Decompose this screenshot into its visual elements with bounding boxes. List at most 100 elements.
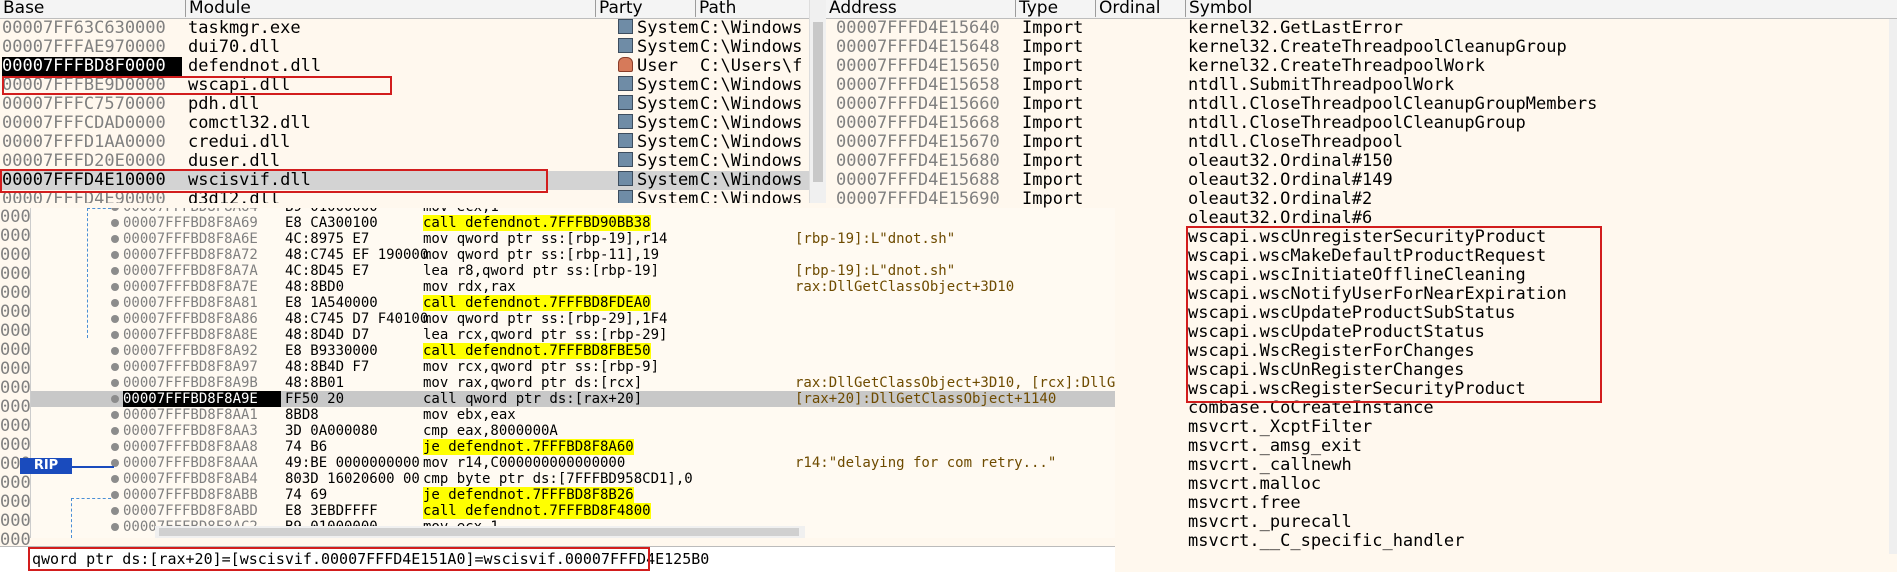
instruction-address: 00007FFFBD8F8ABD [123,503,258,519]
module-path: C:\Windows [700,190,803,203]
instruction-row[interactable]: 00007FFFBD8F8A92 E8 B9330000 call defendno… [31,343,1115,359]
import-symbol: ntdll.CloseThreadpool [1188,132,1403,152]
rip-arrow-icon [72,466,114,468]
instruction-row[interactable]: 00007FFFBD8F8ABD E8 3EBDFFFF call defendno… [31,503,1115,519]
instruction-text: cmp eax,8000000A [423,423,558,439]
import-row[interactable]: 00007FFFD4E15648 Import kernel32.CreateThr… [826,38,1886,57]
instruction-text: cmp byte ptr ds:[7FFFBD958CD1],0 [423,471,693,487]
breakpoint-dot-icon[interactable] [111,507,119,515]
instruction-row[interactable]: 00007FFFBD8F8ABB 74 69 je defendnot.7FFFBD… [31,487,1115,503]
col-header-address[interactable]: Address [826,0,1016,17]
instruction-bytes: 4C:8D45 E7 [285,263,370,279]
import-row[interactable]: 00007FFFD4E15670 Import ntdll.CloseThreadp… [826,133,1886,152]
instruction-row[interactable]: 00007FFFBD8F8A64 B9 01000000mov ecx,1 [31,208,1115,215]
import-row[interactable]: 00007FFFD4E15668 Import ntdll.CloseThreadp… [826,114,1886,133]
instruction-row[interactable]: 00007FFFBD8F8A7A 4C:8D45 E7 lea r8,qword p… [31,263,1115,279]
instruction-row[interactable]: 00007FFFBD8F8A6E 4C:8975 E7 mov qword ptr … [31,231,1115,247]
breakpoint-dot-icon[interactable] [111,235,119,243]
col-header-party[interactable]: Party [596,0,696,17]
breakpoint-dot-icon[interactable] [111,347,119,355]
instruction-row[interactable]: 00007FFFBD8F8A97 48:8B4D F7 mov rcx,qword … [31,359,1115,375]
breakpoint-dot-icon[interactable] [111,475,119,483]
instruction-row[interactable]: 00007FFFBD8F8A81 E8 1A540000 call defendno… [31,295,1115,311]
instruction-row[interactable]: 00007FFFBD8F8A72 48:C745 EF 190000 mov qwo… [31,247,1115,263]
module-row[interactable]: 00007FF63C630000 taskmgr.exe System C:\Wind… [0,19,810,38]
breakpoint-dot-icon[interactable] [111,523,119,531]
breakpoint-dot-icon[interactable] [111,315,119,323]
import-row[interactable]: 00007FFFD4E15640 Import kernel32.GetLastEr… [826,19,1886,38]
breakpoint-dot-icon[interactable] [111,427,119,435]
breakpoint-dot-icon[interactable] [111,331,119,339]
instruction-row[interactable]: 00007FFFBD8F8A8E 48:8D4D D7 lea rcx,qword … [31,327,1115,343]
col-header-ordinal[interactable]: Ordinal [1096,0,1186,17]
instruction-text: mov qword ptr ss:[rbp-11],19 [423,247,660,263]
disassembly-hscrollbar-thumb[interactable] [159,528,799,536]
breakpoint-dot-icon[interactable] [111,219,119,227]
breakpoint-dot-icon[interactable] [111,411,119,419]
instruction-row[interactable]: 00007FFFBD8F8A9E FF50 20 call qword ptr ds… [31,391,1115,407]
module-base-stub: 000 [0,341,30,360]
instruction-text: mov r14,C000000000000000 [423,455,626,471]
instruction-row[interactable]: 00007FFFBD8F8A9B 48:8B01 mov rax,qword ptr… [31,375,1115,391]
breakpoint-dot-icon[interactable] [111,443,119,451]
module-row[interactable]: 00007FFFCDAD0000 comctl32.dll System C:\Win… [0,114,810,133]
instruction-row[interactable]: 00007FFFBD8F8AA3 3D 0A000080 cmp eax,80000… [31,423,1115,439]
module-party: System [618,95,700,114]
disassembly-hscrollbar[interactable] [155,526,805,538]
breakpoint-dot-icon[interactable] [111,251,119,259]
import-row[interactable]: 00007FFFD4E15658 Import ntdll.SubmitThread… [826,76,1886,95]
import-symbol: oleaut32.Ordinal#150 [1188,151,1393,171]
import-type: Import [1022,75,1084,95]
instruction-row[interactable]: 00007FFFBD8F8AA8 74 B6 je defendnot.7FFFBD… [31,439,1115,455]
instruction-row[interactable]: 00007FFFBD8F8A69 E8 CA300100 call defendno… [31,215,1115,231]
module-base-stub: 000 [0,227,30,246]
module-base-stub: 000 [0,303,30,322]
import-row[interactable]: 00007FFFD4E15660 Import ntdll.CloseThreadp… [826,95,1886,114]
import-symbol: ntdll.CloseThreadpoolCleanupGroup [1188,113,1526,133]
module-row[interactable]: 00007FFFC7570000 pdh.dll System C:\Windows [0,95,810,114]
module-row[interactable]: 00007FFFAE970000 dui70.dll System C:\Window… [0,38,810,57]
col-header-module[interactable]: Module [186,0,596,17]
breakpoint-dot-icon[interactable] [111,283,119,291]
module-party-label: System [637,76,699,95]
imports-scrollbar[interactable] [1889,19,1897,554]
instruction-row[interactable]: 00007FFFBD8F8AB4 803D 16020600 00 cmp byte… [31,471,1115,487]
module-row[interactable]: 00007FFFBD8F0000 defendnot.dll User C:\User… [0,57,810,76]
breakpoint-dot-icon[interactable] [111,208,119,211]
col-header-path[interactable]: Path [696,0,826,17]
module-name: pdh.dll [188,95,260,114]
module-party: System [618,133,700,152]
breakpoint-dot-icon[interactable] [111,267,119,275]
system-icon [618,152,633,167]
breakpoint-dot-icon[interactable] [111,299,119,307]
module-name: defendnot.dll [188,57,322,76]
import-row[interactable]: 00007FFFD4E15680 Import oleaut32.Ordinal#1… [826,152,1886,171]
modules-scrollbar-thumb[interactable] [813,22,823,182]
module-row[interactable]: 00007FFFD1AA0000 credui.dll System C:\Windo… [0,133,810,152]
modules-scrollbar[interactable] [809,0,826,203]
import-row[interactable]: 00007FFFD4E15688 Import oleaut32.Ordinal#1… [826,171,1886,190]
col-header-base[interactable]: Base [0,0,186,17]
breakpoint-dot-icon[interactable] [111,491,119,499]
import-row[interactable]: 00007FFFD4E15650 Import kernel32.CreateThr… [826,57,1886,76]
import-row[interactable]: 00007FFFD4E15690 Import oleaut32.Ordinal#2 [826,190,1886,209]
instruction-row[interactable]: 00007FFFBD8F8AAA 49:BE 0000000000 mov r14,… [31,455,1115,471]
instruction-row[interactable]: 00007FFFBD8F8A7E 48:8BD0 mov rdx,rax rax:Dl… [31,279,1115,295]
breakpoint-dot-icon[interactable] [111,379,119,387]
import-address: 00007FFFD4E15650 [836,56,1000,76]
instruction-comment: rax:DllGetClassObject+3D10, [rcx]:DllGet [795,375,1115,391]
module-party-label: System [637,190,699,203]
module-base-stub: 000 [0,379,30,398]
cpu-pane: 000 000 000 000 000 000 000 000 000 000 000 000 000 0… [0,208,1115,548]
instruction-row[interactable]: 00007FFFBD8F8AA1 8BD8 mov ebx,eax [31,407,1115,423]
instruction-text: lea rcx,qword ptr ss:[rbp-29] [423,327,668,343]
module-base: 00007FF63C630000 [2,19,166,38]
system-icon [618,114,633,129]
breakpoint-dot-icon[interactable] [111,395,119,403]
breakpoint-dot-icon[interactable] [111,363,119,371]
col-header-symbol[interactable]: Symbol [1186,0,1897,17]
instruction-row[interactable]: 00007FFFBD8F8A86 48:C745 D7 F40100 mov qwo… [31,311,1115,327]
module-base-stub: 000 [0,493,30,512]
col-header-type[interactable]: Type [1016,0,1096,17]
module-base-stub: 000 [0,208,30,227]
